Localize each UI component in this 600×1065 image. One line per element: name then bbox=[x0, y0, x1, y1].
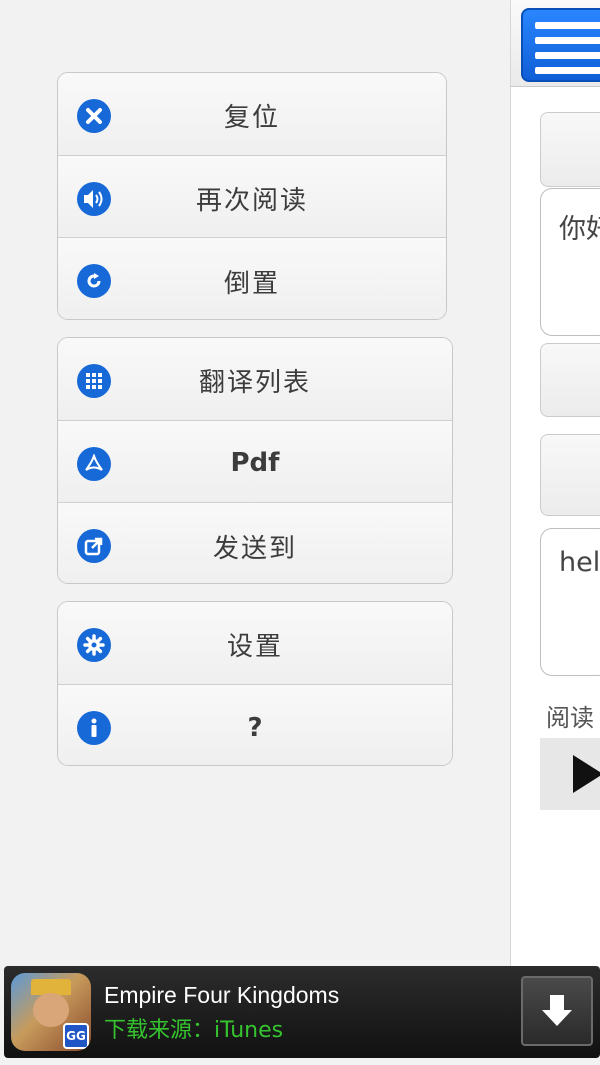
source-text: 你好 bbox=[559, 214, 600, 245]
menu-bar-line bbox=[535, 67, 600, 74]
play-icon bbox=[573, 755, 600, 793]
king-face-icon bbox=[33, 993, 69, 1027]
menu-bar-line bbox=[535, 37, 600, 44]
ad-banner[interactable]: GG Empire Four Kingdoms 下载来源：iTunes bbox=[4, 966, 600, 1058]
menu-item-label: 复位 bbox=[223, 103, 280, 134]
menu-item-label: 再次阅读 bbox=[195, 185, 308, 216]
menu-item-read-again[interactable]: 再次阅读 bbox=[58, 155, 446, 238]
source-language-button[interactable] bbox=[540, 112, 600, 187]
menu-item-reverse[interactable]: 倒置 bbox=[58, 238, 446, 319]
menu-item-settings[interactable]: 设置 bbox=[58, 602, 452, 685]
read-label: 阅读 bbox=[546, 704, 594, 732]
menu-item-translation-list[interactable]: 翻译列表 bbox=[58, 338, 452, 421]
download-button[interactable] bbox=[521, 976, 593, 1046]
source-text-area[interactable]: 你好 bbox=[540, 188, 600, 336]
menu-bar-line bbox=[535, 22, 600, 29]
ad-title: Empire Four Kingdoms bbox=[104, 982, 340, 1008]
menu-item-label: ? bbox=[247, 712, 263, 743]
gg-badge-icon: GG bbox=[63, 1023, 89, 1049]
menu-item-send-to[interactable]: 发送到 bbox=[58, 503, 452, 583]
translate-button[interactable] bbox=[540, 343, 600, 417]
translated-text-area[interactable]: hello bbox=[540, 528, 600, 676]
menu-item-label: 设置 bbox=[226, 632, 283, 663]
menu-item-pdf[interactable]: Pdf bbox=[58, 420, 452, 503]
play-button[interactable] bbox=[540, 738, 600, 810]
menu-item-label: 翻译列表 bbox=[198, 368, 311, 399]
menu-item-label: Pdf bbox=[230, 448, 280, 479]
game-app-icon: GG bbox=[11, 973, 91, 1051]
translated-text: hello bbox=[559, 547, 600, 578]
ad-source: 下载来源：iTunes bbox=[104, 1018, 284, 1043]
download-arrow-icon bbox=[542, 995, 572, 1026]
menu-group-actions: 复位 再次阅读 倒置 bbox=[57, 72, 447, 320]
menu-item-label: 发送到 bbox=[212, 533, 297, 564]
target-language-button[interactable] bbox=[540, 434, 600, 516]
menu-item-label: 倒置 bbox=[223, 268, 280, 299]
menu-bar-line bbox=[535, 52, 600, 59]
menu-group-settings: 设置 ? bbox=[57, 601, 453, 766]
menu-item-help[interactable]: ? bbox=[58, 684, 452, 765]
menu-item-reset[interactable]: 复位 bbox=[58, 73, 446, 156]
menu-group-tools: 翻译列表 Pdf 发送到 bbox=[57, 337, 453, 584]
menu-toggle-button[interactable] bbox=[521, 8, 600, 82]
